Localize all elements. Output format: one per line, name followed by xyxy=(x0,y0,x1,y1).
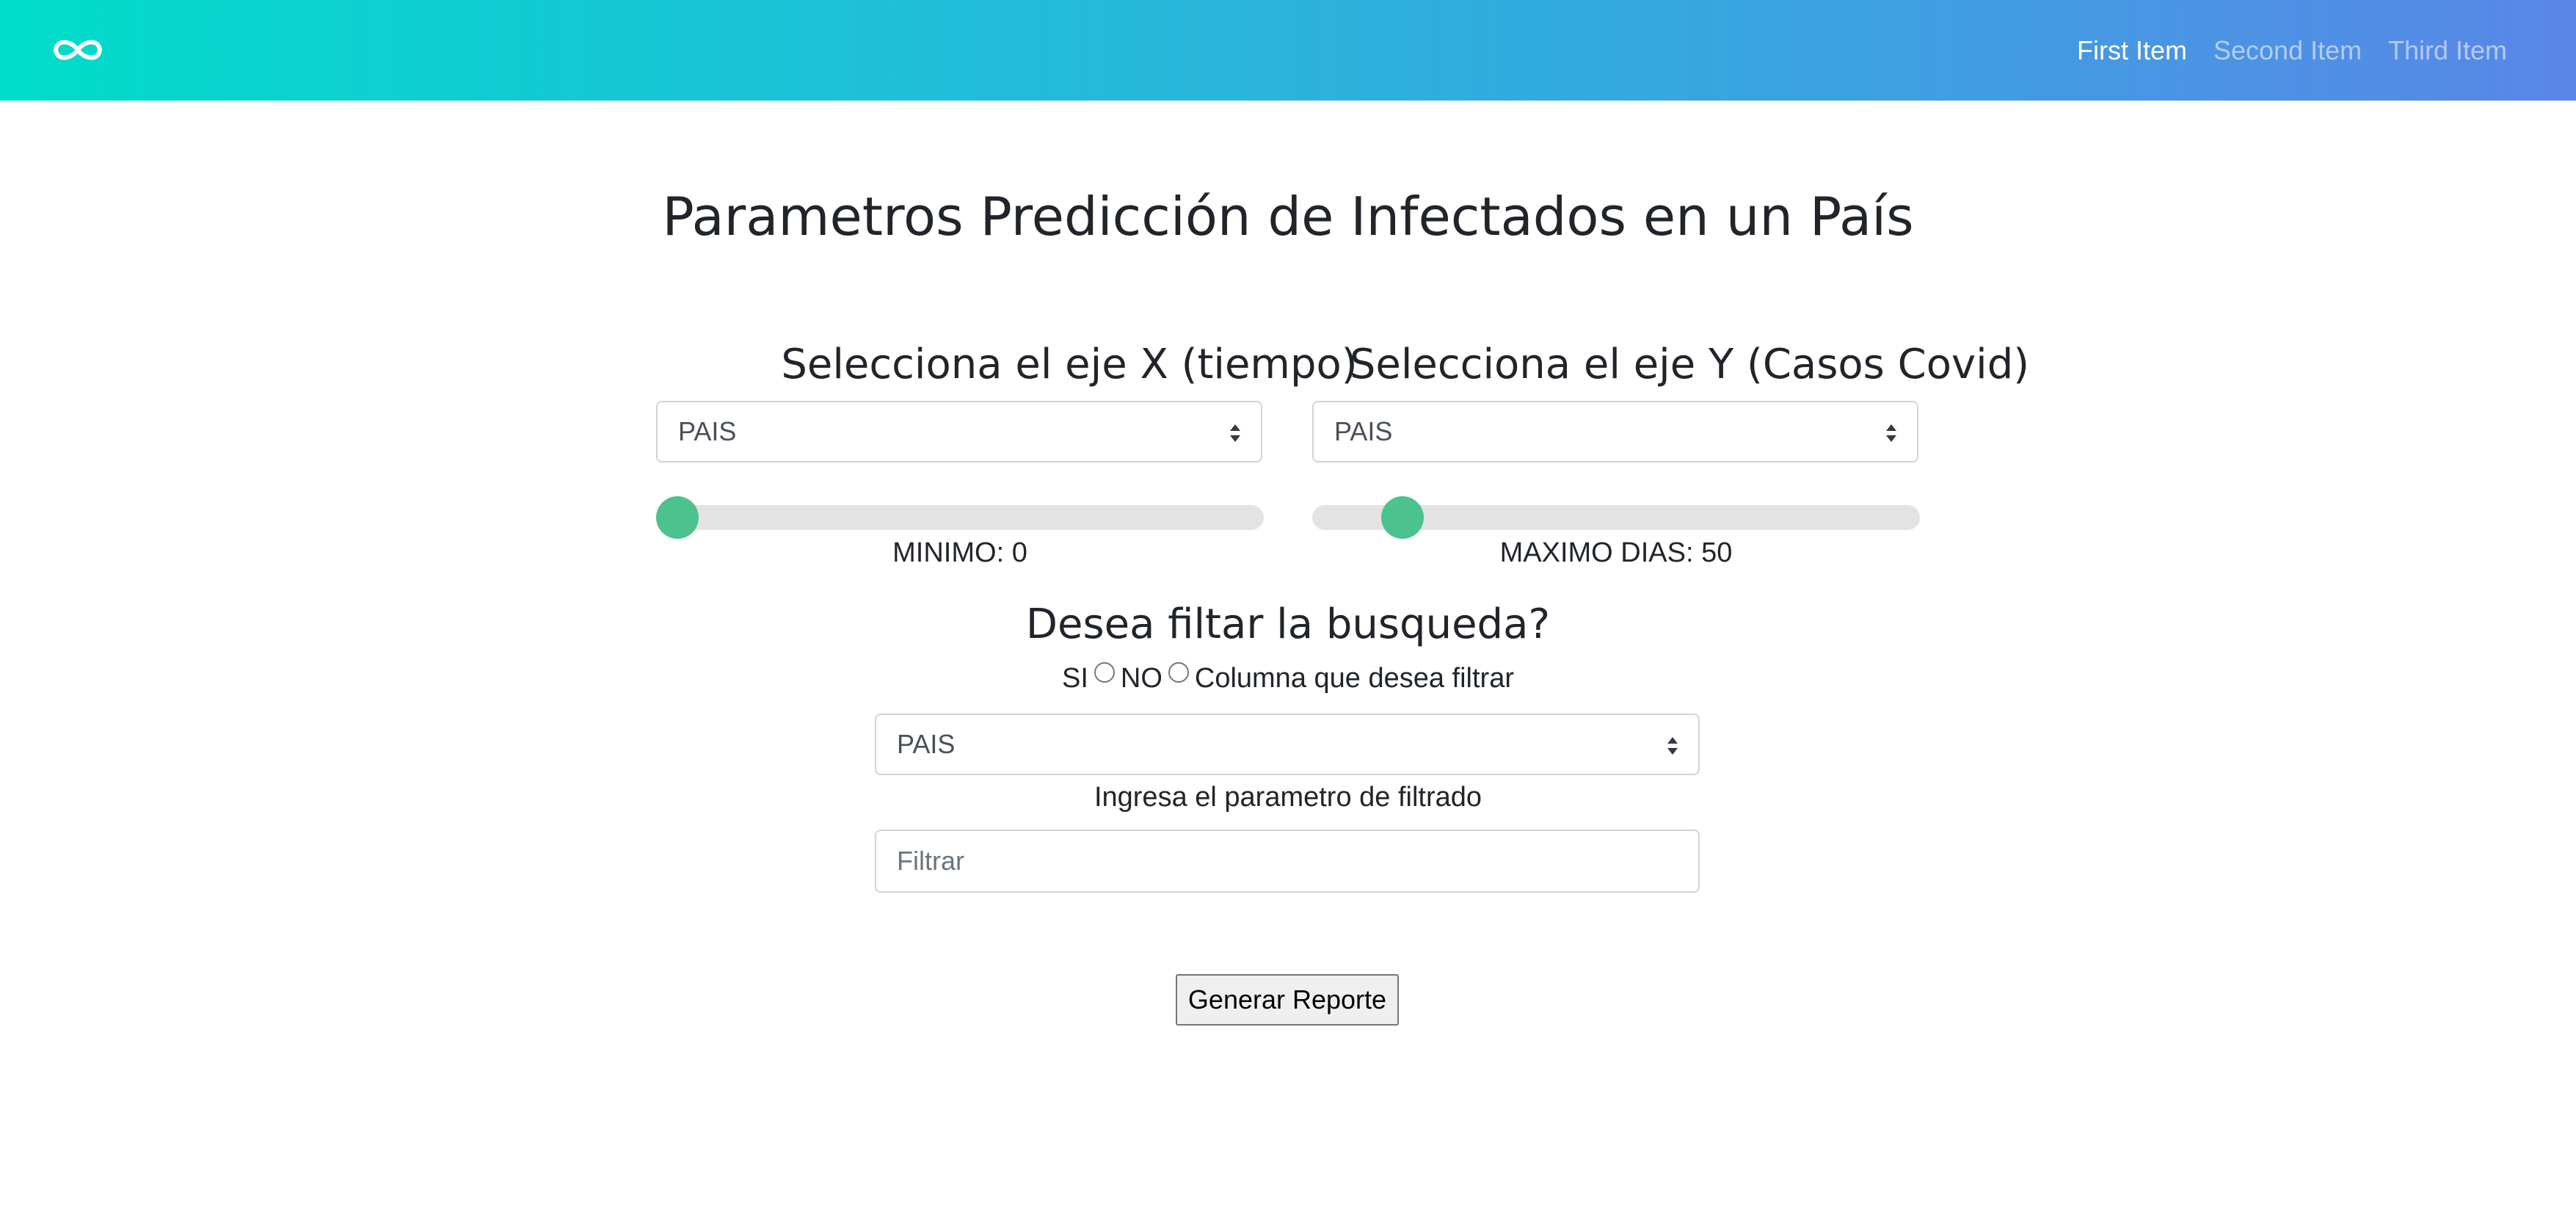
x-axis-slider-track[interactable] xyxy=(656,505,1264,530)
y-axis-heading: Selecciona el eje Y (Casos Covid) xyxy=(1349,341,2030,388)
nav-item-first[interactable]: First Item xyxy=(2077,34,2187,68)
top-navbar: First Item Second Item Third Item xyxy=(0,0,2576,101)
filter-helper-label: Ingresa el parametro de filtrado xyxy=(1094,782,1482,813)
infinity-icon[interactable] xyxy=(50,32,106,68)
sort-caret-icon xyxy=(1667,737,1678,755)
filter-column-label: Columna que desea filtrar xyxy=(1194,663,1515,694)
filter-column-select-value: PAIS xyxy=(897,729,956,759)
nav-item-second[interactable]: Second Item xyxy=(2213,34,2362,68)
filter-radio-group: SI NO Columna que desea filtrar xyxy=(0,661,2576,696)
filter-heading: Desea filtar la busqueda? xyxy=(1025,600,1551,648)
filter-column-select[interactable]: PAIS xyxy=(875,714,1700,775)
y-axis-slider-thumb[interactable] xyxy=(1381,496,1424,539)
nav-item-third[interactable]: Third Item xyxy=(2388,34,2507,68)
filter-option-no-label: NO xyxy=(1120,663,1163,694)
sort-caret-icon xyxy=(1886,424,1896,442)
filter-radio-no[interactable] xyxy=(1168,662,1189,683)
page-title: Parametros Predicción de Infectados en u… xyxy=(662,186,1914,247)
sort-caret-icon xyxy=(1230,424,1240,442)
x-axis-select-value: PAIS xyxy=(678,416,737,446)
y-axis-slider-caption: MAXIMO DIAS: 50 xyxy=(1499,537,1733,568)
x-axis-select[interactable]: PAIS xyxy=(656,401,1262,462)
generate-report-button[interactable]: Generar Reporte xyxy=(1176,974,1399,1026)
filter-option-si-label: SI xyxy=(1061,663,1088,694)
x-axis-slider-caption: MINIMO: 0 xyxy=(892,537,1027,568)
filter-input[interactable] xyxy=(875,830,1700,893)
x-axis-slider-thumb[interactable] xyxy=(656,496,699,539)
filter-radio-si[interactable] xyxy=(1094,662,1115,683)
y-axis-select[interactable]: PAIS xyxy=(1312,401,1918,462)
y-axis-select-value: PAIS xyxy=(1334,416,1393,446)
